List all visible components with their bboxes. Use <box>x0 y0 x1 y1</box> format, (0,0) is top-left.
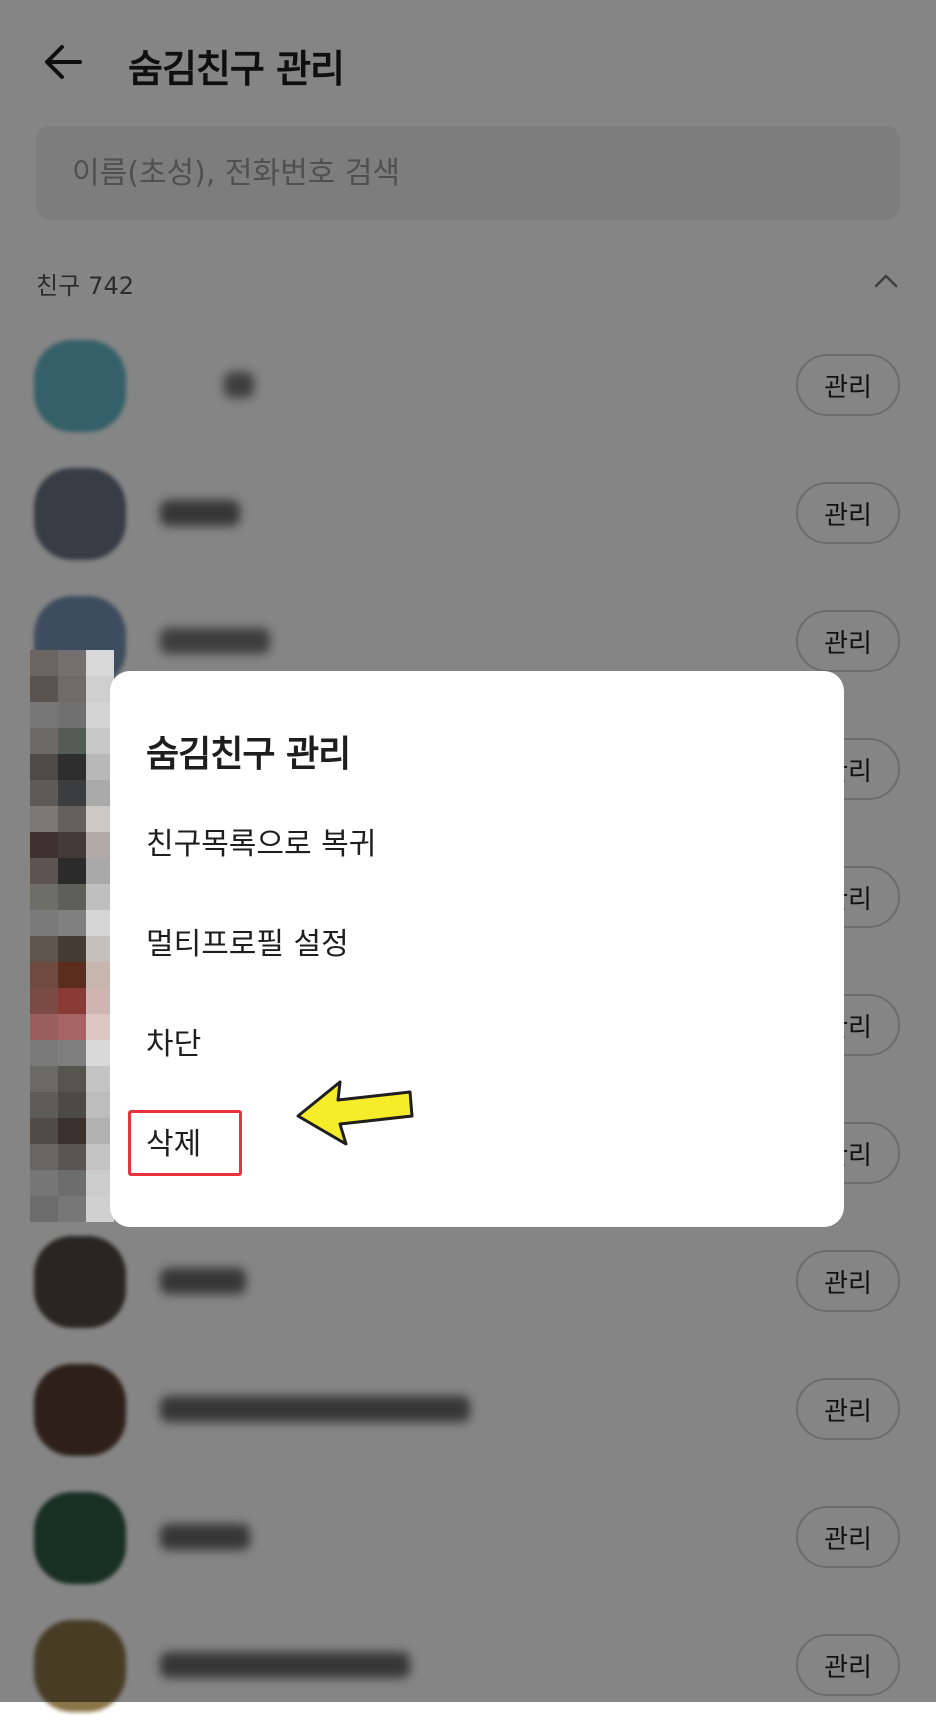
menu-item-block[interactable]: 차단 <box>146 1019 201 1063</box>
hidden-friends-screen: 숨김친구 관리 친구742 관리 관리 관리 관리 관리 관리 관리 <box>0 0 936 1712</box>
menu-item-restore-to-friends[interactable]: 친구목록으로 복귀 <box>146 819 376 863</box>
highlight-box-annotation <box>128 1110 242 1176</box>
pixelated-image-strip <box>30 650 114 1244</box>
pointing-arrow-icon <box>296 1080 414 1146</box>
dialog-title: 숨김친구 관리 <box>146 734 351 775</box>
menu-item-multiprofile-settings[interactable]: 멀티프로필 설정 <box>146 919 349 963</box>
